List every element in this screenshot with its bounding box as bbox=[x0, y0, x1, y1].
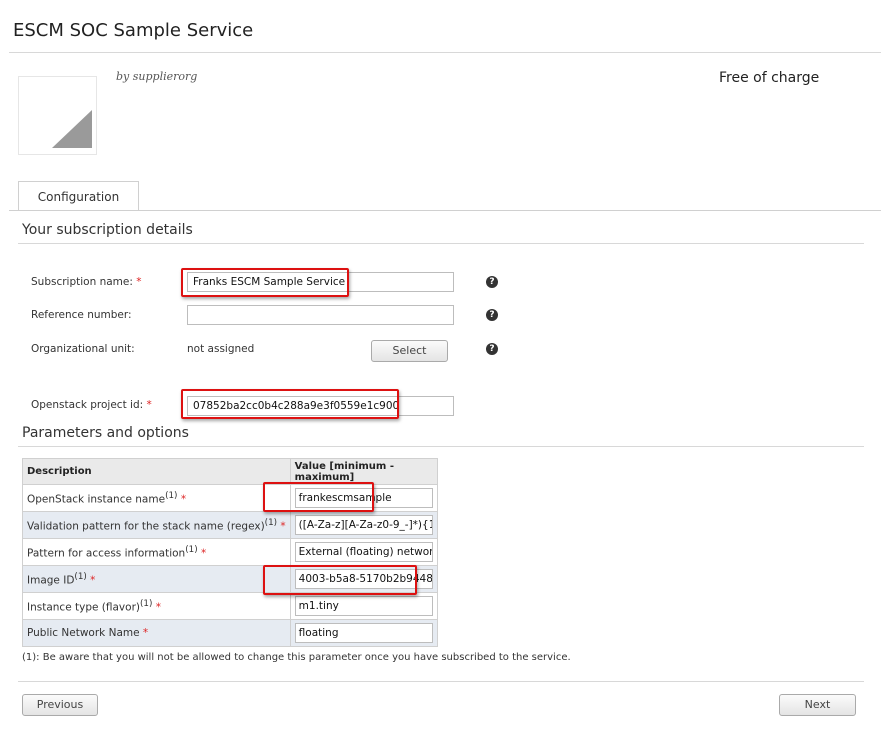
table-row: Validation pattern for the stack name (r… bbox=[22, 511, 438, 539]
page-title: ESCM SOC Sample Service bbox=[13, 20, 254, 41]
service-logo-placeholder-icon bbox=[18, 76, 97, 155]
column-header-description: Description bbox=[22, 458, 291, 485]
section-divider bbox=[18, 446, 864, 447]
next-button[interactable]: Next bbox=[779, 694, 856, 716]
param-label: OpenStack instance name(1) * bbox=[22, 484, 291, 512]
select-org-unit-button[interactable]: Select bbox=[371, 340, 448, 362]
parameters-section-title: Parameters and options bbox=[22, 425, 189, 441]
question-circle-icon[interactable]: ? bbox=[486, 309, 498, 321]
question-circle-icon[interactable]: ? bbox=[486, 343, 498, 355]
validation-pattern-input[interactable]: ([A-Za-z][A-Za-z0-9_-]*){1,3 bbox=[294, 515, 433, 535]
table-row: Pattern for access information(1) * Exte… bbox=[22, 538, 438, 566]
highlight-box bbox=[263, 482, 374, 512]
access-pattern-input[interactable]: External (floating) network bbox=[294, 542, 433, 562]
tab-configuration[interactable]: Configuration bbox=[18, 181, 139, 211]
page: ESCM SOC Sample Service by supplierorg F… bbox=[0, 0, 881, 733]
param-label: Public Network Name * bbox=[22, 619, 291, 647]
org-unit-value: not assigned bbox=[187, 343, 255, 355]
table-row: OpenStack instance name(1) * frankescmsa… bbox=[22, 484, 438, 512]
param-label: Image ID(1) * bbox=[22, 565, 291, 593]
public-network-input[interactable]: floating bbox=[294, 623, 433, 643]
project-id-label: Openstack project id: * bbox=[31, 399, 152, 411]
required-marker: * bbox=[136, 276, 142, 288]
param-label: Instance type (flavor)(1) * bbox=[22, 592, 291, 620]
parameters-table: Description Value [minimum - maximum] Op… bbox=[22, 458, 438, 647]
instance-type-input[interactable]: m1.tiny bbox=[294, 596, 433, 616]
table-row: Instance type (flavor)(1) * m1.tiny bbox=[22, 592, 438, 620]
highlight-box bbox=[263, 565, 417, 595]
reference-number-input[interactable] bbox=[187, 305, 454, 325]
price-label: Free of charge bbox=[719, 70, 820, 86]
supplier-label: by supplierorg bbox=[116, 70, 198, 83]
title-divider bbox=[9, 52, 881, 53]
highlight-box bbox=[181, 389, 399, 419]
param-label: Validation pattern for the stack name (r… bbox=[22, 511, 291, 539]
subscription-name-label: Subscription name: * bbox=[31, 276, 142, 288]
tab-divider bbox=[9, 210, 881, 211]
section-divider bbox=[18, 243, 864, 244]
subscription-section-title: Your subscription details bbox=[22, 222, 193, 238]
question-circle-icon[interactable]: ? bbox=[486, 276, 498, 288]
table-row: Public Network Name * floating bbox=[22, 619, 438, 647]
param-label: Pattern for access information(1) * bbox=[22, 538, 291, 566]
previous-button[interactable]: Previous bbox=[22, 694, 98, 716]
org-unit-label: Organizational unit: bbox=[31, 343, 135, 355]
highlight-box bbox=[181, 268, 349, 297]
footer-divider bbox=[18, 681, 864, 682]
column-header-value: Value [minimum - maximum] bbox=[289, 458, 438, 485]
required-marker: * bbox=[146, 399, 152, 411]
footnote-text: (1): Be aware that you will not be allow… bbox=[22, 652, 571, 663]
reference-number-label: Reference number: bbox=[31, 309, 132, 321]
